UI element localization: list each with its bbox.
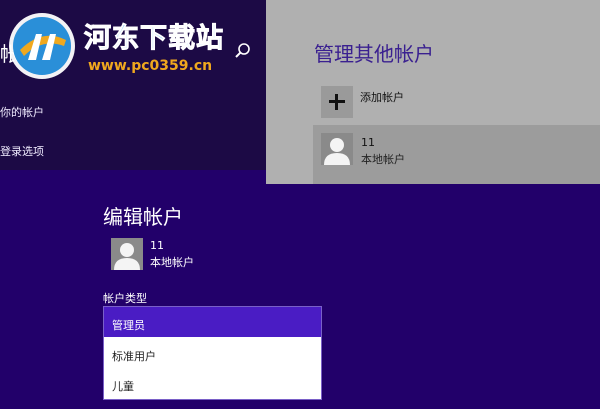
watermark-logo (6, 10, 78, 82)
option-administrator[interactable]: 管理员 (104, 307, 321, 337)
watermark-url: www.pc0359.cn (88, 58, 213, 74)
account-type-label: 帐户类型 (103, 292, 147, 305)
account-type-dropdown[interactable]: 管理员 标准用户 儿童 (103, 306, 322, 400)
search-icon[interactable] (234, 42, 252, 60)
account-name: 11 (361, 136, 375, 149)
plus-icon (321, 86, 353, 118)
sidebar-item-your-account[interactable]: 你的帐户 (0, 104, 44, 120)
account-list-item[interactable]: 11 本地帐户 (313, 125, 600, 184)
user-name: 11 (150, 239, 164, 252)
user-account-type: 本地帐户 (150, 256, 194, 269)
sidebar-item-sign-in-options[interactable]: 登录选项 (0, 143, 44, 159)
watermark-title: 河东下载站 (84, 23, 224, 55)
option-child[interactable]: 儿童 (104, 368, 321, 398)
user-avatar-icon (111, 238, 143, 270)
manage-accounts-panel: 管理其他帐户 添加帐户 11 本地帐户 (266, 0, 600, 184)
edit-account-title: 编辑帐户 (103, 205, 183, 229)
option-standard-user[interactable]: 标准用户 (104, 338, 321, 368)
user-avatar-icon (321, 133, 353, 165)
manage-accounts-heading: 管理其他帐户 (314, 42, 434, 66)
add-account-label: 添加帐户 (360, 91, 404, 104)
account-type: 本地帐户 (361, 153, 405, 166)
sidebar: 帐户 你的帐户 登录选项 河东下载站 www.pc0359.cn (0, 0, 266, 170)
add-account-button[interactable]: 添加帐户 (321, 86, 521, 118)
